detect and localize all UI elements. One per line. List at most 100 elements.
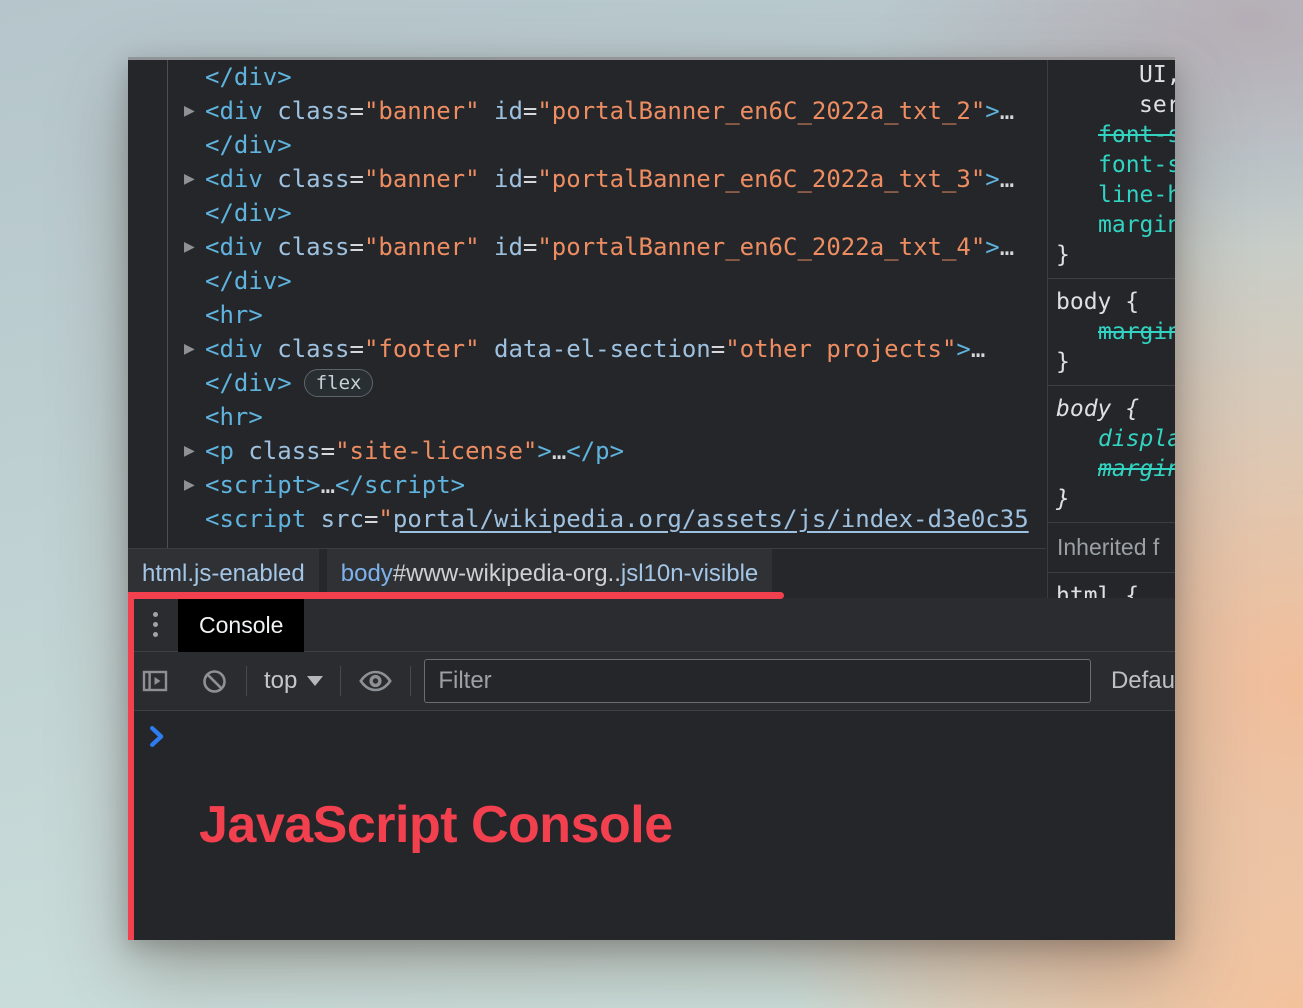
dom-tree-row[interactable]: </div> flex xyxy=(128,366,1046,400)
dom-tree-row[interactable]: <script src="portal/wikipedia.org/assets… xyxy=(128,502,1046,536)
code-token xyxy=(234,437,248,465)
dom-tree-row[interactable]: ▶<script>…</script> xyxy=(128,468,1046,502)
code-token: </div> xyxy=(205,267,292,295)
breadcrumb-item[interactable]: body#www-wikipedia-org..jsl10n-visible xyxy=(327,549,773,598)
code-token: </div> xyxy=(205,369,292,397)
code-token: = xyxy=(350,335,364,363)
css-line: } xyxy=(1048,240,1175,270)
window-top-edge xyxy=(128,57,1175,60)
code-token: </script> xyxy=(335,471,465,499)
expand-arrow-icon[interactable]: ▶ xyxy=(184,332,202,366)
code-token: <div xyxy=(205,233,263,261)
expand-arrow-icon[interactable]: ▶ xyxy=(184,230,202,264)
console-toolbar: top Defau xyxy=(128,652,1175,711)
context-selector[interactable]: top xyxy=(264,667,297,695)
code-token: portal/wikipedia.org/assets/js/index-d3e… xyxy=(393,505,1029,533)
css-line: font-s xyxy=(1048,150,1175,180)
code-token xyxy=(263,97,277,125)
console-tabbar: Console xyxy=(128,598,1175,652)
css-rule[interactable]: body {margin} xyxy=(1048,279,1175,386)
code-token: … xyxy=(1000,233,1014,261)
code-token: … xyxy=(971,335,985,363)
code-token xyxy=(263,233,277,261)
dom-tree-row[interactable]: <hr> xyxy=(128,400,1046,434)
code-token: </p> xyxy=(566,437,624,465)
css-line: displa xyxy=(1048,424,1175,454)
code-token: <p xyxy=(205,437,234,465)
breadcrumb-token: .js-enabled xyxy=(187,560,304,588)
dom-tree-row[interactable]: </div> xyxy=(128,196,1046,230)
clear-console-icon[interactable] xyxy=(201,668,228,695)
styles-panel: UI,serfont-sfont-sline-hmargin}body {mar… xyxy=(1047,60,1175,598)
code-token: id xyxy=(494,165,523,193)
code-token: > xyxy=(537,437,551,465)
more-options-icon[interactable] xyxy=(153,612,158,637)
code-token: > xyxy=(956,335,970,363)
code-token: <div xyxy=(205,165,263,193)
expand-arrow-icon[interactable]: ▶ xyxy=(184,94,202,128)
live-expression-icon[interactable] xyxy=(359,669,392,693)
toolbar-divider xyxy=(246,666,247,696)
breadcrumb-token: jsl10n-visible xyxy=(621,560,758,588)
code-token: "banner" xyxy=(364,97,480,125)
expand-arrow-icon[interactable]: ▶ xyxy=(184,434,202,468)
dom-tree-row[interactable]: </div> xyxy=(128,128,1046,162)
css-rule[interactable]: UI,serfont-sfont-sline-hmargin} xyxy=(1048,60,1175,279)
code-token: … xyxy=(1000,165,1014,193)
code-token: "portalBanner_en6C_2022a_txt_3" xyxy=(537,165,985,193)
code-token: </div> xyxy=(205,131,292,159)
code-token: class xyxy=(277,165,349,193)
filter-input[interactable] xyxy=(424,659,1091,703)
console-prompt-icon xyxy=(145,725,168,748)
css-line: margin xyxy=(1048,454,1175,484)
css-rule[interactable]: body {displamargin} xyxy=(1048,386,1175,523)
breadcrumb-token: html xyxy=(142,560,187,588)
css-line: ser xyxy=(1048,90,1175,120)
code-token: </div> xyxy=(205,63,292,91)
code-token xyxy=(480,97,494,125)
code-token: class xyxy=(277,335,349,363)
chevron-down-icon[interactable] xyxy=(307,676,323,686)
code-token: … xyxy=(1000,97,1014,125)
code-token: > xyxy=(985,233,999,261)
dom-tree-row[interactable]: ▶<p class="site-license">…</p> xyxy=(128,434,1046,468)
console-content[interactable]: JavaScript Console xyxy=(128,711,1175,938)
toolbar-divider xyxy=(340,666,341,696)
dom-tree-row[interactable]: ▶<div class="banner" id="portalBanner_en… xyxy=(128,230,1046,264)
css-line: margin xyxy=(1048,210,1175,240)
console-drawer: Console top xyxy=(128,598,1175,940)
show-console-sidebar-icon[interactable] xyxy=(141,667,169,695)
code-token: </div> xyxy=(205,199,292,227)
dom-tree-row[interactable]: </div> xyxy=(128,60,1046,94)
code-token: … xyxy=(552,437,566,465)
code-token: class xyxy=(248,437,320,465)
css-line: html { xyxy=(1048,581,1175,598)
css-line: body { xyxy=(1048,287,1175,317)
code-token: <hr> xyxy=(205,403,263,431)
css-rule[interactable]: html { xyxy=(1048,573,1175,598)
code-token: data-el-section xyxy=(494,335,711,363)
flex-badge[interactable]: flex xyxy=(304,369,374,397)
code-token: <div xyxy=(205,335,263,363)
css-line: } xyxy=(1048,484,1175,514)
code-token xyxy=(306,505,320,533)
tab-console[interactable]: Console xyxy=(178,598,304,652)
expand-arrow-icon[interactable]: ▶ xyxy=(184,162,202,196)
dom-tree-row[interactable]: ▶<div class="footer" data-el-section="ot… xyxy=(128,332,1046,366)
css-line: font-s xyxy=(1048,120,1175,150)
expand-arrow-icon[interactable]: ▶ xyxy=(184,468,202,502)
code-token: "site-license" xyxy=(335,437,537,465)
code-token: "portalBanner_en6C_2022a_txt_2" xyxy=(537,97,985,125)
code-token: = xyxy=(711,335,725,363)
dom-tree-row[interactable]: ▶<div class="banner" id="portalBanner_en… xyxy=(128,162,1046,196)
code-token: = xyxy=(523,97,537,125)
dom-tree-row[interactable]: </div> xyxy=(128,264,1046,298)
dom-tree-row[interactable]: ▶<div class="banner" id="portalBanner_en… xyxy=(128,94,1046,128)
log-levels-dropdown[interactable]: Defau xyxy=(1111,667,1175,695)
code-token: <div xyxy=(205,97,263,125)
dom-tree-row[interactable]: <hr> xyxy=(128,298,1046,332)
code-token xyxy=(480,335,494,363)
breadcrumb: html.js-enabledbody#www-wikipedia-org..j… xyxy=(128,548,1046,598)
breadcrumb-item[interactable]: html.js-enabled xyxy=(128,549,319,598)
annotation-line-horizontal xyxy=(128,592,784,599)
